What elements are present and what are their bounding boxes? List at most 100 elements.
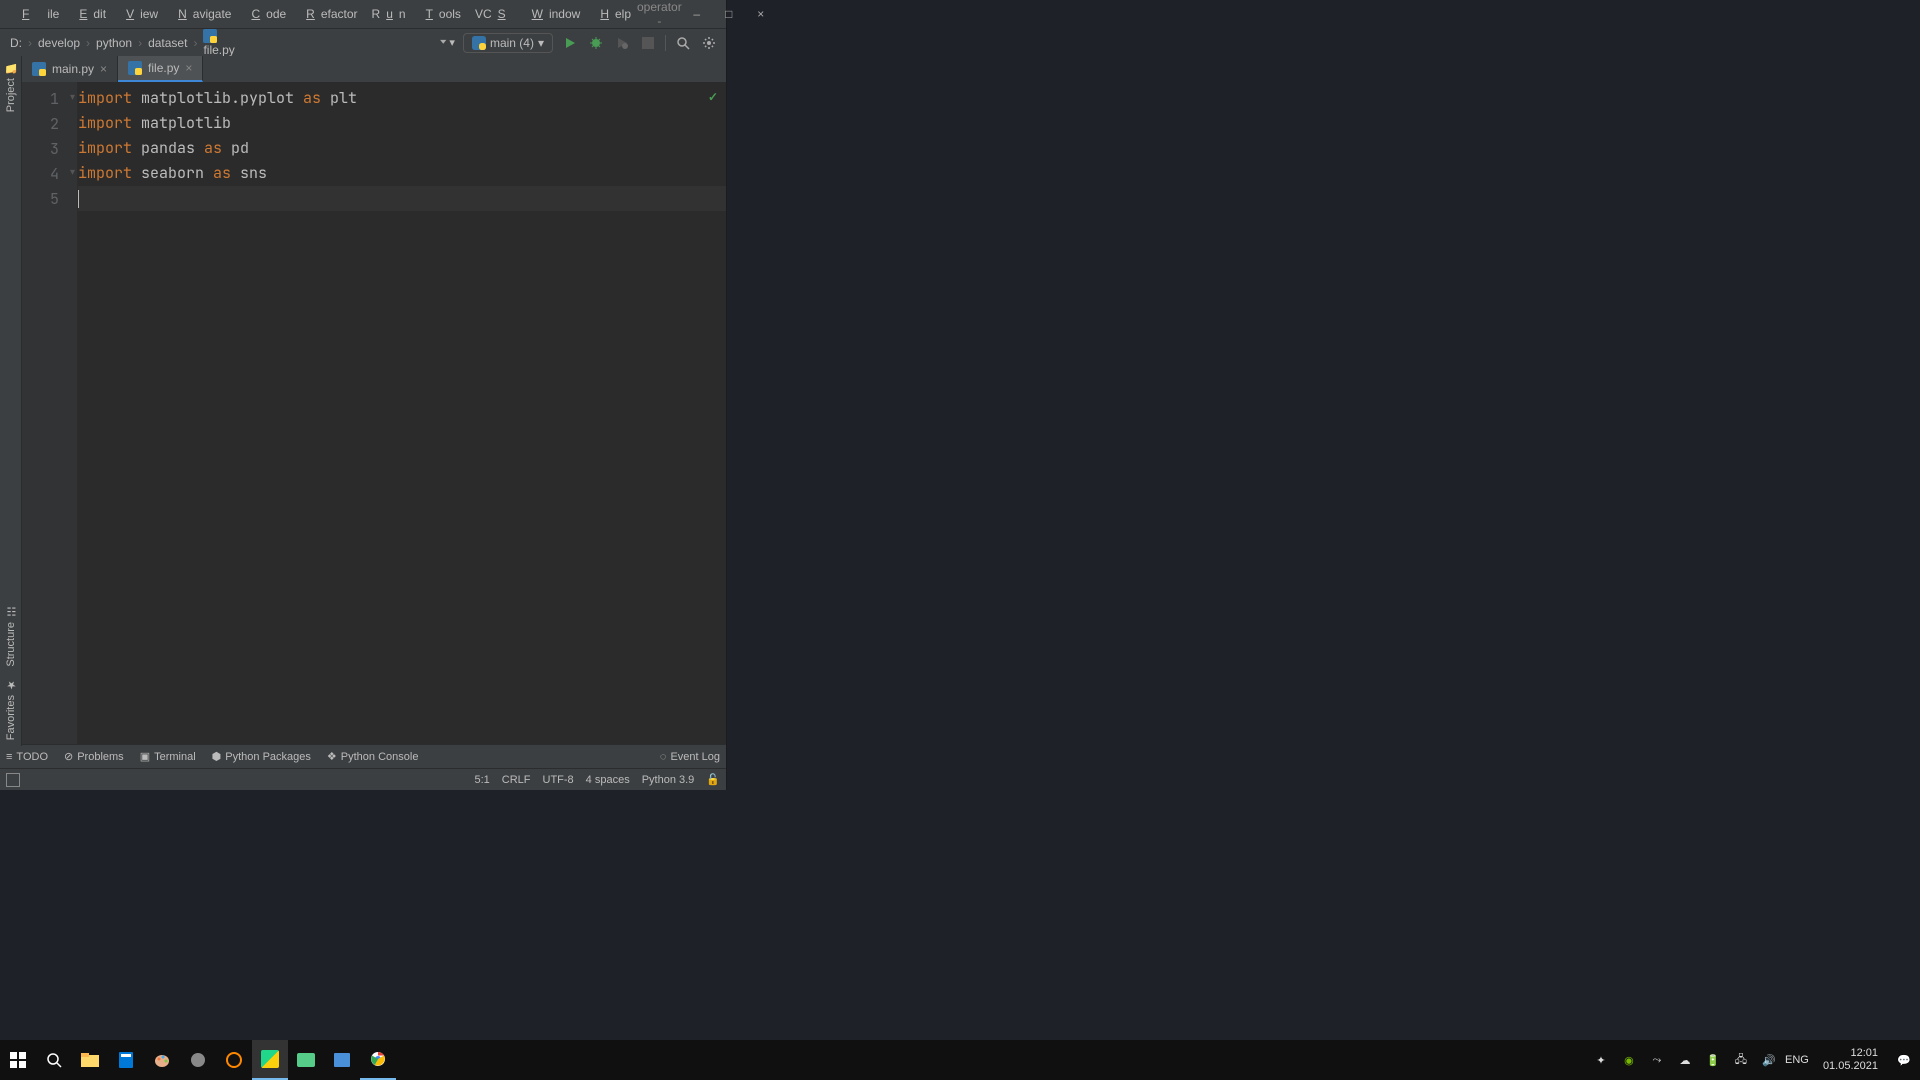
tray-icon-nvidia[interactable]: ◉ bbox=[1621, 1052, 1637, 1068]
windows-taskbar: ✦ ◉ ⤳ ☁ 🔋 🖧 🔊 ENG 12:01 01.05.2021 💬 bbox=[0, 1040, 1920, 1080]
chrome-button[interactable] bbox=[360, 1040, 396, 1080]
readonly-lock-icon[interactable]: 🔓 bbox=[706, 773, 720, 786]
structure-icon: ☷ bbox=[5, 606, 17, 618]
notifications-button[interactable]: 💬 bbox=[1896, 1052, 1912, 1068]
line-number[interactable]: 4 bbox=[22, 161, 77, 186]
start-button[interactable] bbox=[0, 1040, 36, 1080]
tray-icon-volume[interactable]: 🔊 bbox=[1761, 1052, 1777, 1068]
python-console-tool-button[interactable]: ❖ Python Console bbox=[327, 750, 419, 763]
structure-tool-button[interactable]: Structure ☷ bbox=[3, 600, 19, 673]
code-line[interactable]: import seaborn as sns bbox=[78, 161, 726, 186]
menu-view[interactable]: View bbox=[114, 3, 164, 25]
tray-icon-2[interactable]: ⤳ bbox=[1649, 1052, 1665, 1068]
line-number[interactable]: 3 bbox=[22, 136, 77, 161]
chevron-right-icon: › bbox=[136, 36, 144, 50]
tab-label: main.py bbox=[52, 62, 94, 76]
line-separator[interactable]: CRLF bbox=[502, 774, 531, 786]
tool-windows-icon[interactable] bbox=[6, 773, 20, 787]
package-icon: ⬢ bbox=[212, 750, 222, 763]
menu-run[interactable]: Run bbox=[366, 3, 412, 25]
line-number[interactable]: 2 bbox=[22, 111, 77, 136]
terminal-tool-button[interactable]: ▣ Terminal bbox=[140, 750, 196, 763]
run-config-selector[interactable]: main (4) ▾ bbox=[463, 33, 553, 53]
cursor-position[interactable]: 5:1 bbox=[474, 774, 489, 786]
code-line[interactable] bbox=[78, 186, 726, 211]
calculator-button[interactable] bbox=[108, 1040, 144, 1080]
debug-button[interactable] bbox=[587, 34, 605, 52]
left-tool-bar: Project 📁 Structure ☷ Favorites ★ bbox=[0, 56, 22, 746]
app-button-1[interactable] bbox=[180, 1040, 216, 1080]
line-number[interactable]: 1 bbox=[22, 86, 77, 111]
crumb-python[interactable]: python bbox=[94, 34, 134, 52]
menu-help[interactable]: Help bbox=[588, 3, 637, 25]
menu-navigate[interactable]: Navigate bbox=[166, 3, 237, 25]
window-maximize-button[interactable]: □ bbox=[722, 7, 736, 21]
fold-icon[interactable]: ▾ bbox=[70, 92, 75, 103]
fold-icon[interactable]: ▾ bbox=[70, 167, 75, 178]
line-number[interactable]: 5 bbox=[22, 186, 77, 211]
tab-file-py[interactable]: file.py × bbox=[118, 56, 203, 82]
app-button-3[interactable] bbox=[288, 1040, 324, 1080]
favorites-tool-button[interactable]: Favorites ★ bbox=[3, 673, 19, 746]
code-editor[interactable]: ✓ ▾123▾45 import matplotlib.pyplot as pl… bbox=[22, 82, 726, 744]
menu-tools[interactable]: Tools bbox=[414, 3, 467, 25]
tab-main-py[interactable]: main.py × bbox=[22, 56, 118, 82]
python-packages-tool-button[interactable]: ⬢ Python Packages bbox=[212, 750, 311, 763]
python-file-icon bbox=[128, 61, 142, 75]
editor-tabs: main.py × file.py × bbox=[22, 56, 726, 82]
event-log-tool-button[interactable]: ◌ Event Log bbox=[660, 751, 720, 763]
project-tool-button[interactable]: Project 📁 bbox=[3, 56, 19, 118]
pycharm-window: File Edit View Navigate Code Refactor Ru… bbox=[0, 0, 727, 790]
crumb-drive[interactable]: D: bbox=[8, 34, 24, 52]
taskbar-clock[interactable]: 12:01 01.05.2021 bbox=[1817, 1047, 1884, 1073]
menu-window[interactable]: Window bbox=[520, 3, 587, 25]
tray-icon-network[interactable]: 🖧 bbox=[1733, 1052, 1749, 1068]
python-file-icon bbox=[203, 29, 217, 43]
tray-icon-battery[interactable]: 🔋 bbox=[1705, 1052, 1721, 1068]
bottom-tool-bar: ≡ TODO ⊘ Problems ▣ Terminal ⬢ Python Pa… bbox=[0, 744, 726, 768]
navigation-bar: D: › develop › python › dataset › file.p… bbox=[0, 28, 726, 56]
code-line[interactable]: import matplotlib bbox=[78, 111, 726, 136]
menu-edit[interactable]: Edit bbox=[67, 3, 112, 25]
menu-refactor[interactable]: Refactor bbox=[294, 3, 363, 25]
close-icon[interactable]: × bbox=[100, 62, 107, 76]
add-config-icon[interactable]: ▾ bbox=[437, 34, 455, 52]
todo-tool-button[interactable]: ≡ TODO bbox=[6, 751, 48, 763]
code-line[interactable]: import matplotlib.pyplot as plt bbox=[78, 86, 726, 111]
tray-icon-1[interactable]: ✦ bbox=[1593, 1052, 1609, 1068]
python-icon bbox=[472, 36, 486, 50]
search-everywhere-button[interactable] bbox=[674, 34, 692, 52]
file-encoding[interactable]: UTF-8 bbox=[543, 774, 574, 786]
menu-file[interactable]: File bbox=[10, 3, 65, 25]
run-coverage-button[interactable] bbox=[613, 34, 631, 52]
menu-code[interactable]: Code bbox=[239, 3, 292, 25]
settings-button[interactable] bbox=[700, 34, 718, 52]
pycharm-taskbar-button[interactable] bbox=[252, 1040, 288, 1080]
main-menu: File Edit View Navigate Code Refactor Ru… bbox=[10, 3, 637, 25]
crumb-dataset[interactable]: dataset bbox=[146, 34, 189, 52]
status-bar: 5:1 CRLF UTF-8 4 spaces Python 3.9 🔓 bbox=[0, 768, 726, 790]
file-explorer-button[interactable] bbox=[72, 1040, 108, 1080]
close-icon[interactable]: × bbox=[185, 61, 192, 75]
window-minimize-button[interactable]: – bbox=[690, 7, 704, 21]
inspection-ok-icon[interactable]: ✓ bbox=[708, 90, 718, 104]
settings-taskbar-button[interactable] bbox=[324, 1040, 360, 1080]
crumb-develop[interactable]: develop bbox=[36, 34, 82, 52]
tray-icon-onedrive[interactable]: ☁ bbox=[1677, 1052, 1693, 1068]
tray-language[interactable]: ENG bbox=[1789, 1052, 1805, 1068]
crumb-file[interactable]: file.py bbox=[201, 27, 236, 59]
app-button-2[interactable] bbox=[216, 1040, 252, 1080]
search-button[interactable] bbox=[36, 1040, 72, 1080]
interpreter[interactable]: Python 3.9 bbox=[642, 774, 695, 786]
tab-label: file.py bbox=[148, 61, 179, 75]
indent-settings[interactable]: 4 spaces bbox=[586, 774, 630, 786]
window-close-button[interactable]: × bbox=[754, 7, 768, 21]
clock-time: 12:01 bbox=[1850, 1047, 1878, 1060]
code-line[interactable]: import pandas as pd bbox=[78, 136, 726, 161]
code-area[interactable]: import matplotlib.pyplot as pltimport ma… bbox=[78, 82, 726, 744]
menu-vcs[interactable]: VCS bbox=[469, 3, 518, 25]
chevron-right-icon: › bbox=[26, 36, 34, 50]
run-button[interactable] bbox=[561, 34, 579, 52]
problems-tool-button[interactable]: ⊘ Problems bbox=[64, 750, 124, 763]
paint-button[interactable] bbox=[144, 1040, 180, 1080]
